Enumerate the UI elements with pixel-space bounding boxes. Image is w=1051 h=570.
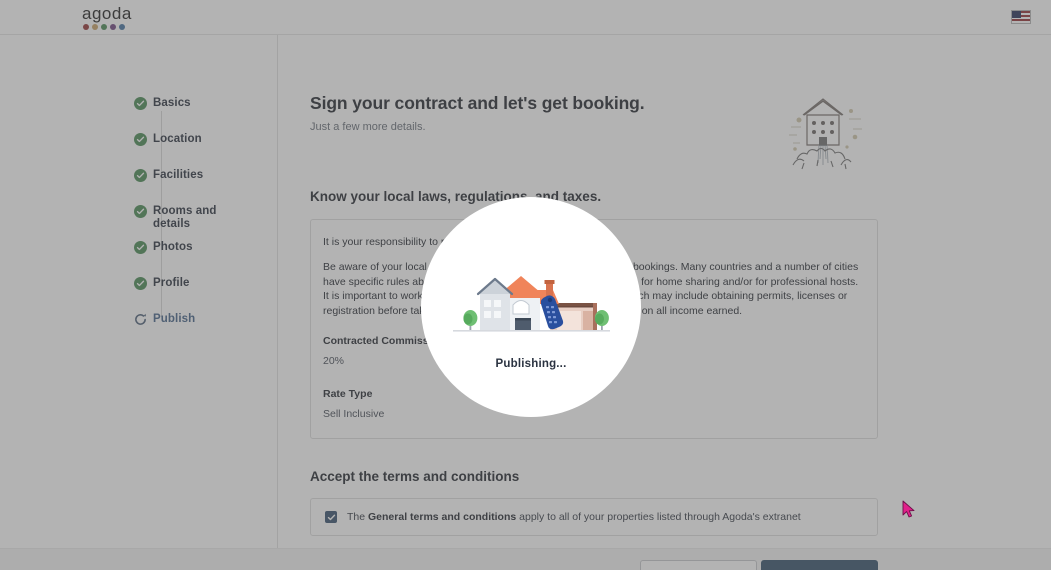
- sidebar-item-basics[interactable]: Basics: [134, 97, 277, 133]
- terms-text-before: The: [347, 511, 369, 523]
- logo-dot-purple: [110, 23, 116, 30]
- step-list: Basics Location Facilities Rooms and det…: [0, 97, 277, 349]
- sidebar-item-label: Location: [153, 133, 202, 145]
- general-terms-link[interactable]: General terms and conditions: [368, 511, 516, 523]
- sidebar-item-label: Publish: [153, 313, 196, 325]
- main-panel: Sign your contract and let's get booking…: [278, 35, 1051, 570]
- publishing-status-text: Publishing...: [495, 358, 567, 370]
- field-value: Sell Inclusive: [323, 408, 385, 420]
- sidebar-item-label: Rooms and details: [153, 205, 217, 230]
- check-circle-icon: [134, 241, 147, 254]
- agoda-logo[interactable]: agoda: [82, 5, 132, 30]
- logo-dot-red: [83, 23, 89, 30]
- terms-text: The General terms and conditions apply t…: [347, 511, 801, 523]
- us-flag-icon[interactable]: [1011, 10, 1031, 24]
- logo-wordmark: agoda: [82, 3, 132, 23]
- logo-dot-green: [101, 23, 107, 30]
- laws-section-heading: Know your local laws, regulations, and t…: [310, 189, 602, 204]
- mouse-pointer-icon: [902, 500, 915, 518]
- logo-dot-orange: [92, 23, 98, 30]
- spinner-icon: [133, 312, 147, 326]
- publishing-modal: Publishing...: [421, 197, 641, 417]
- check-circle-icon: [134, 277, 147, 290]
- check-circle-icon: [134, 169, 147, 182]
- page-subtitle: Just a few more details.: [310, 121, 426, 133]
- previous-button[interactable]: PREVIOUS: [640, 560, 757, 570]
- check-circle-icon: [134, 133, 147, 146]
- sidebar-item-photos[interactable]: Photos: [134, 241, 277, 277]
- check-circle-icon: [134, 205, 147, 218]
- terms-acceptance-box: The General terms and conditions apply t…: [310, 498, 878, 536]
- page-title: Sign your contract and let's get booking…: [310, 93, 645, 113]
- sidebar-item-location[interactable]: Location: [134, 133, 277, 169]
- check-circle-icon: [134, 97, 147, 110]
- sidebar-item-label: Facilities: [153, 169, 204, 181]
- sidebar-item-facilities[interactable]: Facilities: [134, 169, 277, 205]
- terms-checkbox[interactable]: [325, 511, 337, 523]
- publish-button[interactable]: [761, 560, 878, 570]
- top-bar: agoda: [0, 0, 1051, 35]
- sidebar: Basics Location Facilities Rooms and det…: [0, 35, 278, 548]
- sidebar-item-label: Profile: [153, 277, 190, 289]
- sidebar-item-label: Basics: [153, 97, 191, 109]
- logo-dot-blue: [119, 23, 125, 30]
- terms-text-after: apply to all of your properties listed t…: [516, 511, 801, 523]
- action-buttons: PREVIOUS: [310, 560, 878, 570]
- sidebar-item-rooms-and-details[interactable]: Rooms and details: [134, 205, 277, 241]
- house-with-key-tag-illustration: [452, 276, 610, 332]
- sidebar-item-publish[interactable]: Publish: [134, 313, 277, 349]
- house-rocket-illustration: [789, 98, 862, 170]
- logo-dots: [82, 23, 132, 30]
- terms-section-heading: Accept the terms and conditions: [310, 469, 520, 484]
- sidebar-item-profile[interactable]: Profile: [134, 277, 277, 313]
- sidebar-item-label: Photos: [153, 241, 193, 253]
- flag-canton: [1012, 11, 1021, 18]
